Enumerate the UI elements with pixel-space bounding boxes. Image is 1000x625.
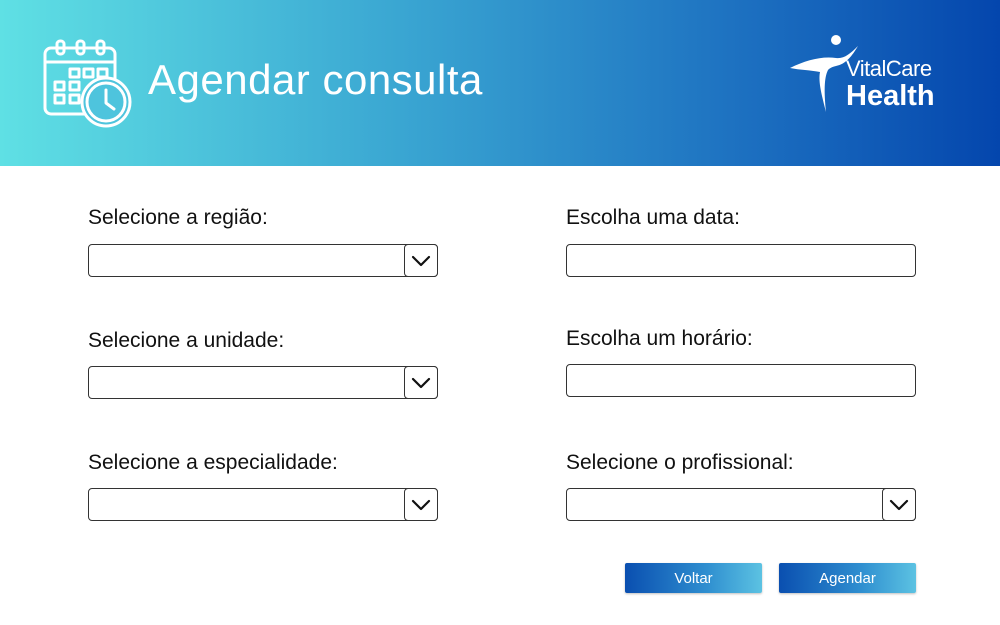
chevron-down-icon[interactable]	[404, 244, 438, 277]
calendar-clock-icon	[43, 39, 132, 128]
unidade-label: Selecione a unidade:	[88, 329, 285, 352]
chevron-down-icon[interactable]	[404, 488, 438, 521]
chevron-down-icon[interactable]	[882, 488, 916, 521]
chevron-down-icon[interactable]	[404, 366, 438, 399]
regiao-label: Selecione a região:	[88, 206, 268, 229]
appointment-page: Agendar consulta VitalCare Health Seleci…	[0, 0, 1000, 625]
data-input[interactable]	[566, 244, 916, 277]
especialidade-label: Selecione a especialidade:	[88, 451, 338, 474]
page-title: Agendar consulta	[148, 56, 483, 103]
back-button[interactable]: Voltar	[625, 563, 762, 593]
horario-label: Escolha um horário:	[566, 327, 753, 350]
data-label: Escolha uma data:	[566, 206, 740, 229]
profissional-select[interactable]	[566, 488, 916, 521]
profissional-label: Selecione o profissional:	[566, 451, 794, 474]
regiao-select[interactable]	[88, 244, 438, 277]
page-header: Agendar consulta VitalCare Health	[0, 0, 1000, 166]
brand-logo: VitalCare Health	[788, 34, 958, 118]
brand-name-top: VitalCare	[846, 56, 932, 81]
especialidade-select[interactable]	[88, 488, 438, 521]
horario-input[interactable]	[566, 364, 916, 397]
schedule-button[interactable]: Agendar	[779, 563, 916, 593]
brand-name-bottom: Health	[846, 80, 935, 112]
unidade-select[interactable]	[88, 366, 438, 399]
